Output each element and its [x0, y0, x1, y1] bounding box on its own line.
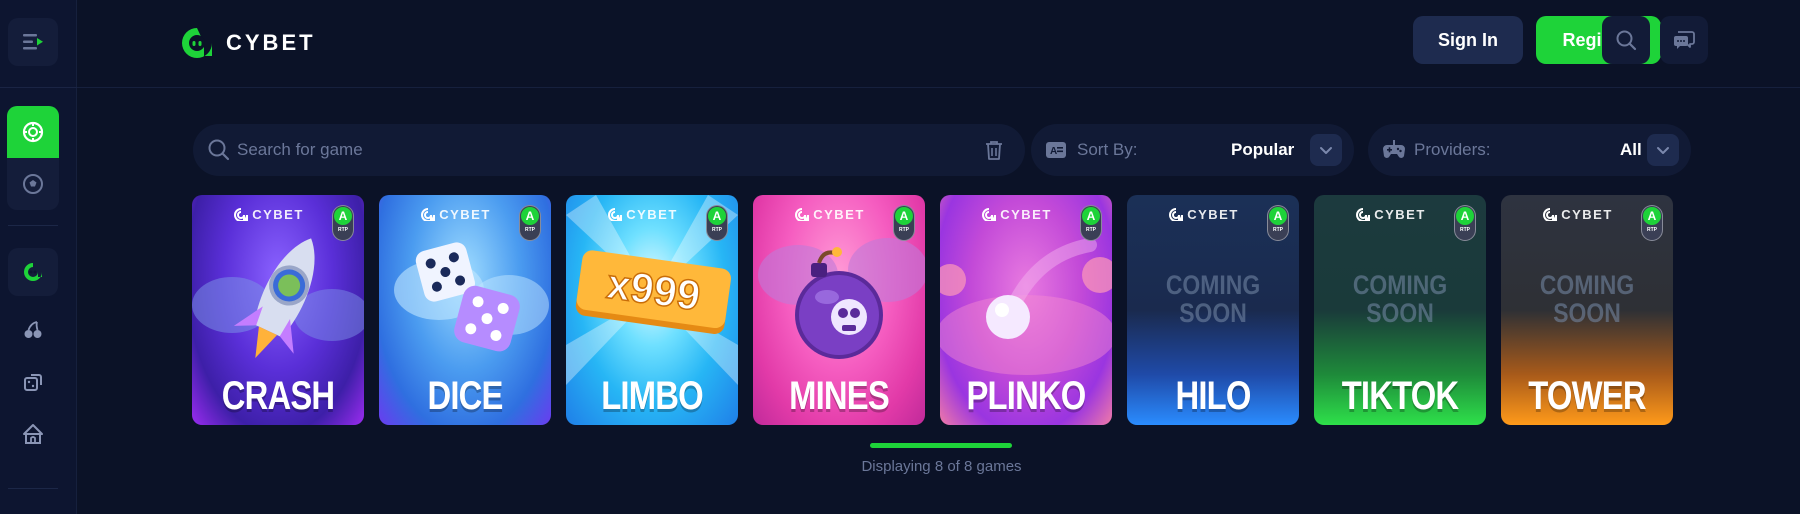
- rtp-badge: A RTP: [706, 205, 728, 241]
- providers-label: Providers:: [1414, 140, 1491, 159]
- game-card-dice[interactable]: CYBET A RTP DICE: [379, 195, 551, 425]
- game-title: HILO: [1175, 374, 1251, 418]
- game-card-hilo[interactable]: CYBET A RTP COMING SOON HILO: [1127, 195, 1299, 425]
- circus-tent-icon: [23, 424, 43, 444]
- providers-value: All: [1620, 140, 1642, 159]
- rtp-label: RTP: [338, 227, 348, 233]
- cybet-logo-icon: [234, 208, 249, 221]
- coming-soon-label: COMING SOON: [1539, 270, 1635, 328]
- rtp-grade: A: [1082, 207, 1100, 225]
- game-title: DICE: [427, 374, 503, 418]
- site-logo[interactable]: CYBET: [178, 26, 316, 60]
- rtp-badge: A RTP: [1454, 205, 1476, 241]
- sidebar-tabs: [7, 106, 59, 210]
- game-card-limbo[interactable]: x999 CYBET A RTP LIMBO: [566, 195, 738, 425]
- chevron-down-icon: [1657, 147, 1669, 154]
- cybet-logo-icon: [795, 208, 810, 221]
- sort-select[interactable]: A Sort By: Popular: [1031, 124, 1354, 176]
- sort-label: Sort By:: [1077, 140, 1138, 159]
- tab-sports[interactable]: [7, 158, 59, 210]
- rtp-grade: A: [1269, 207, 1287, 225]
- game-title: LIMBO: [601, 374, 703, 418]
- menu-collapse-icon: [23, 34, 43, 50]
- rtp-badge: A RTP: [332, 205, 354, 241]
- cybet-logo-icon: [421, 208, 436, 221]
- search-icon: [1616, 30, 1637, 51]
- rtp-grade: A: [1456, 207, 1474, 225]
- cybet-logo-icon: [982, 208, 997, 221]
- logo-text: CYBET: [226, 30, 316, 55]
- rtp-badge: A RTP: [893, 205, 915, 241]
- rtp-grade: A: [708, 207, 726, 225]
- header-chat-button[interactable]: [1660, 16, 1708, 64]
- cybet-logo-icon: [1169, 208, 1184, 221]
- rtp-label: RTP: [1273, 227, 1283, 233]
- chevron-down-icon: [1320, 147, 1332, 154]
- sidebar-item-originals[interactable]: [8, 248, 58, 296]
- sort-value: Popular: [1231, 140, 1295, 159]
- game-title: PLINKO: [966, 374, 1086, 418]
- rtp-label: RTP: [525, 227, 535, 233]
- sort-dropdown-button[interactable]: [1310, 134, 1342, 166]
- sidebar-divider: [8, 225, 58, 226]
- search-icon: [208, 139, 230, 161]
- game-card-crash[interactable]: CYBET A RTP CRASH: [192, 195, 364, 425]
- rtp-label: RTP: [1086, 227, 1096, 233]
- cybet-logo-icon: [1543, 208, 1558, 221]
- coming-soon-label: COMING SOON: [1352, 270, 1448, 328]
- sidebar-item-slots[interactable]: [8, 306, 58, 354]
- game-title: TOWER: [1528, 374, 1646, 418]
- header-search-button[interactable]: [1602, 16, 1650, 64]
- game-card-tower[interactable]: CYBET A RTP COMING SOON TOWER: [1501, 195, 1673, 425]
- providers-dropdown-button[interactable]: [1647, 134, 1679, 166]
- displaying-count: Displaying 8 of 8 games: [861, 458, 1022, 475]
- rtp-grade: A: [1643, 207, 1661, 225]
- sidebar-menu-toggle[interactable]: [8, 18, 58, 66]
- trash-icon[interactable]: [983, 139, 1005, 161]
- rtp-badge: A RTP: [1267, 205, 1289, 241]
- rtp-label: RTP: [899, 227, 909, 233]
- dice-table-icon: [24, 374, 42, 391]
- chat-icon: [1674, 31, 1695, 49]
- game-title: MINES: [789, 374, 890, 418]
- soccer-ball-icon: [23, 174, 43, 194]
- rtp-grade: A: [334, 207, 352, 225]
- sidebar-divider-bottom: [8, 488, 58, 489]
- gamepad-icon: [1383, 140, 1405, 158]
- search-input[interactable]: [237, 124, 957, 176]
- progress-bar: [870, 443, 1012, 448]
- sidebar: [0, 0, 77, 514]
- game-title: CRASH: [221, 374, 335, 418]
- cherries-slots-icon: [24, 321, 42, 338]
- game-card-plinko[interactable]: CYBET A RTP PLINKO: [940, 195, 1112, 425]
- svg-text:A: A: [1050, 146, 1057, 157]
- cybet-logo-icon: [182, 28, 212, 58]
- rtp-label: RTP: [1460, 227, 1470, 233]
- cybet-logo-icon: [608, 208, 623, 221]
- sidebar-header: [0, 0, 77, 88]
- game-card-mines[interactable]: CYBET A RTP MINES: [753, 195, 925, 425]
- top-header: CYBET Sign In Register: [77, 0, 1800, 88]
- game-grid: CYBET A RTP CRASH CYBET A RTP DICE x999 …: [192, 195, 1673, 425]
- search-bar: [193, 124, 1025, 176]
- rtp-label: RTP: [712, 227, 722, 233]
- rtp-badge: A RTP: [519, 205, 541, 241]
- rtp-grade: A: [895, 207, 913, 225]
- sidebar-item-table-games[interactable]: [8, 359, 58, 407]
- game-title: TIKTOK: [1341, 374, 1459, 418]
- providers-select[interactable]: Providers: All: [1368, 124, 1691, 176]
- rtp-badge: A RTP: [1080, 205, 1102, 241]
- coming-soon-label: COMING SOON: [1165, 270, 1261, 328]
- rtp-badge: A RTP: [1641, 205, 1663, 241]
- cybet-logo-icon: [1356, 208, 1371, 221]
- rtp-label: RTP: [1647, 227, 1657, 233]
- cybet-originals-icon: [24, 263, 42, 281]
- tab-casino[interactable]: [7, 106, 59, 158]
- sort-az-icon: A: [1046, 142, 1066, 158]
- game-card-tiktok[interactable]: CYBET A RTP COMING SOON TIKTOK: [1314, 195, 1486, 425]
- sign-in-button[interactable]: Sign In: [1413, 16, 1523, 64]
- casino-chip-icon: [22, 121, 44, 143]
- rtp-grade: A: [521, 207, 539, 225]
- sidebar-item-live-casino[interactable]: [8, 410, 58, 458]
